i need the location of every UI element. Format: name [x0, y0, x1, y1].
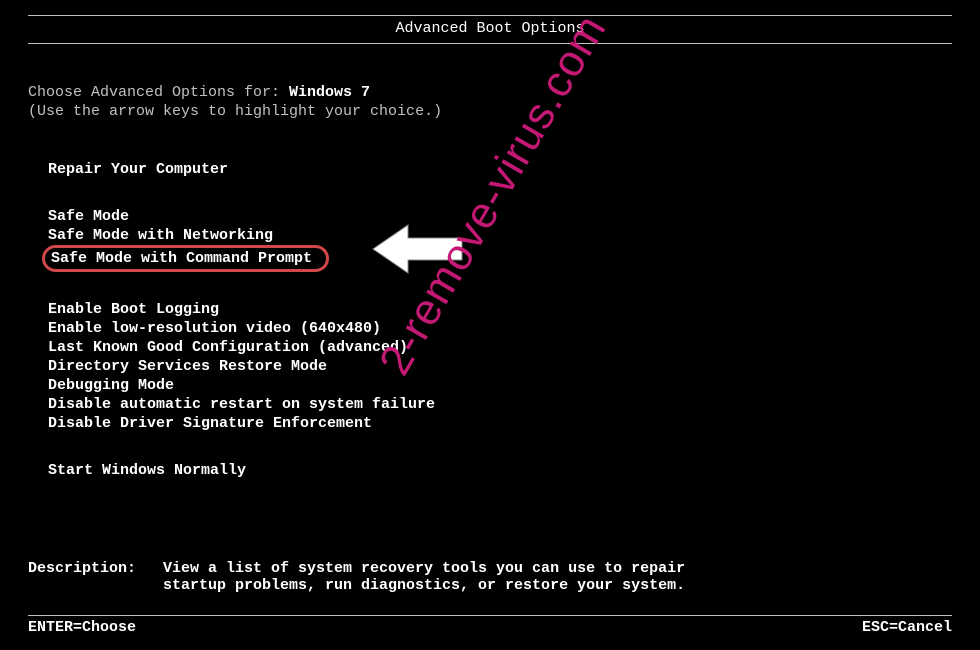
menu-disable-auto-restart[interactable]: Disable automatic restart on system fail…	[48, 396, 435, 413]
description-label: Description:	[28, 560, 163, 594]
top-divider	[28, 15, 952, 16]
menu-directory-services[interactable]: Directory Services Restore Mode	[48, 358, 327, 375]
menu-last-known-good[interactable]: Last Known Good Configuration (advanced)	[48, 339, 408, 356]
description-section: Description: View a list of system recov…	[28, 560, 733, 594]
menu-boot-logging[interactable]: Enable Boot Logging	[48, 301, 219, 318]
menu-debugging[interactable]: Debugging Mode	[48, 377, 174, 394]
footer-esc-hint: ESC=Cancel	[862, 619, 952, 636]
menu-safe-mode-networking[interactable]: Safe Mode with Networking	[48, 227, 273, 244]
choose-prefix: Choose Advanced Options for:	[28, 84, 289, 101]
arrow-left-icon	[370, 219, 465, 279]
menu-repair-computer[interactable]: Repair Your Computer	[48, 161, 228, 178]
menu-highlighted[interactable]: Safe Mode with Command Prompt	[42, 245, 329, 272]
os-name: Windows 7	[289, 84, 370, 101]
description-text: View a list of system recovery tools you…	[163, 560, 733, 594]
menu-start-normally[interactable]: Start Windows Normally	[48, 462, 246, 479]
footer: ENTER=Choose ESC=Cancel	[28, 615, 952, 636]
page-title: Advanced Boot Options	[28, 20, 952, 37]
footer-divider	[28, 615, 952, 616]
menu-safe-mode-command-prompt: Safe Mode with Command Prompt	[51, 250, 312, 267]
footer-enter-hint: ENTER=Choose	[28, 619, 136, 636]
menu-safe-mode[interactable]: Safe Mode	[48, 208, 129, 225]
instruction-text: (Use the arrow keys to highlight your ch…	[28, 103, 952, 120]
title-divider	[28, 43, 952, 44]
menu-low-res-video[interactable]: Enable low-resolution video (640x480)	[48, 320, 381, 337]
menu-disable-driver-signature[interactable]: Disable Driver Signature Enforcement	[48, 415, 372, 432]
boot-menu: Repair Your Computer Safe Mode Safe Mode…	[28, 160, 952, 480]
choose-line: Choose Advanced Options for: Windows 7	[28, 84, 952, 101]
